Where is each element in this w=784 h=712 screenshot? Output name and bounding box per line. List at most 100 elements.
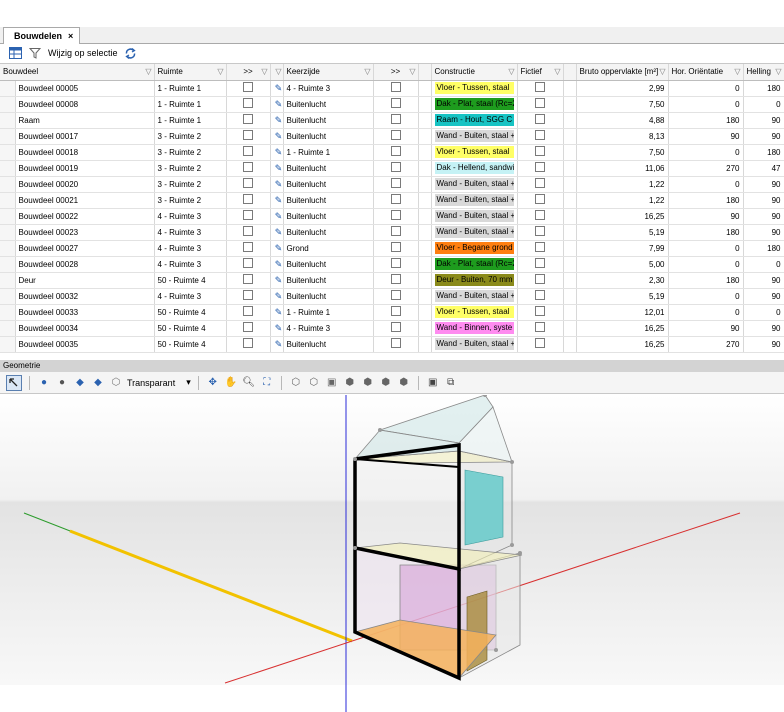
checkbox[interactable] <box>535 178 546 188</box>
cell-fictief[interactable] <box>517 336 564 353</box>
checkbox[interactable] <box>243 98 254 108</box>
cell-ruimte[interactable]: 4 - Ruimte 3 <box>154 288 227 305</box>
checkbox[interactable] <box>535 290 546 300</box>
column-header-ruimte[interactable]: Ruimte ▽ <box>154 64 227 81</box>
tab-bouwdelen[interactable]: Bouwdelen × <box>3 27 81 44</box>
cell-orientatie[interactable]: 90 <box>668 128 744 145</box>
cell-fictief[interactable] <box>517 176 564 193</box>
cell-ruimte[interactable]: 4 - Ruimte 3 <box>154 240 227 257</box>
cell-ruimte[interactable]: 50 - Ruimte 4 <box>154 272 227 289</box>
checkbox[interactable] <box>390 242 401 252</box>
cell-keerzijde[interactable]: Buitenlucht <box>283 272 374 289</box>
checkbox[interactable] <box>243 210 254 220</box>
filter-icon[interactable]: ▽ <box>734 67 740 76</box>
pencil-icon[interactable]: ✎ <box>274 99 282 110</box>
checkbox[interactable] <box>390 114 401 124</box>
cell-edit[interactable]: ✎ <box>270 160 284 177</box>
checkbox[interactable] <box>535 258 546 268</box>
cell-keerzijde[interactable]: 4 - Ruimte 3 <box>283 80 374 97</box>
cell-expand-check[interactable] <box>226 144 271 161</box>
cell-expand-check-2[interactable] <box>373 336 419 353</box>
cell-helling[interactable]: 47 <box>743 160 784 177</box>
checkbox[interactable] <box>535 274 546 284</box>
table-row[interactable]: Bouwdeel 00008 1 - Ruimte 1 ✎ Buitenlucht Da… <box>0 96 784 113</box>
checkbox[interactable] <box>243 226 254 236</box>
cell-bouwdeel[interactable]: Bouwdeel 00023 <box>15 224 155 241</box>
cell-orientatie[interactable]: 0 <box>668 304 744 321</box>
checkbox[interactable] <box>243 162 254 172</box>
checkbox[interactable] <box>390 226 401 236</box>
cube-outline-icon[interactable]: ⬡ <box>109 376 123 390</box>
checkbox[interactable] <box>390 178 401 188</box>
cell-edit[interactable]: ✎ <box>270 128 284 145</box>
cell-keerzijde[interactable]: Buitenlucht <box>283 176 374 193</box>
cell-keerzijde[interactable]: Buitenlucht <box>283 256 374 273</box>
cell-expand-check-2[interactable] <box>373 112 419 129</box>
cell-opp[interactable]: 2,99 <box>576 80 669 97</box>
cell-opp[interactable]: 12,01 <box>576 304 669 321</box>
cell-fictief[interactable] <box>517 272 564 289</box>
cell-helling[interactable]: 0 <box>743 96 784 113</box>
cell-orientatie[interactable]: 180 <box>668 192 744 209</box>
cell-fictief[interactable] <box>517 208 564 225</box>
cell-edit[interactable]: ✎ <box>270 176 284 193</box>
cell-constructie[interactable]: Wand - Buiten, staal + <box>431 176 518 193</box>
cell-opp[interactable]: 1,22 <box>576 192 669 209</box>
checkbox[interactable] <box>390 338 401 348</box>
cell-expand-check-2[interactable] <box>373 208 419 225</box>
checkbox[interactable] <box>535 98 546 108</box>
shape-icon[interactable]: ◆ <box>73 376 87 390</box>
checkbox[interactable] <box>243 338 254 348</box>
column-header-opp[interactable]: Bruto oppervlakte [m²] ▽ <box>576 64 669 81</box>
cell-ruimte[interactable]: 3 - Ruimte 2 <box>154 144 227 161</box>
filter-icon[interactable]: ▽ <box>659 67 665 76</box>
row-selector[interactable] <box>0 96 16 113</box>
row-selector[interactable] <box>0 224 16 241</box>
cell-bouwdeel[interactable]: Bouwdeel 00020 <box>15 176 155 193</box>
checkbox[interactable] <box>390 258 401 268</box>
pencil-icon[interactable]: ✎ <box>274 211 282 222</box>
cell-orientatie[interactable]: 0 <box>668 176 744 193</box>
cell-expand-check-2[interactable] <box>373 304 419 321</box>
cell-constructie[interactable]: Dak - Hellend, sandwi <box>431 160 518 177</box>
cell-edit[interactable]: ✎ <box>270 112 284 129</box>
pencil-icon[interactable]: ✎ <box>274 291 282 302</box>
cell-helling[interactable]: 180 <box>743 240 784 257</box>
table-row[interactable]: Bouwdeel 00017 3 - Ruimte 2 ✎ Buitenlucht Wa… <box>0 128 784 145</box>
checkbox[interactable] <box>535 210 546 220</box>
cell-constructie[interactable]: Wand - Buiten, staal + <box>431 224 518 241</box>
cell-fictief[interactable] <box>517 144 564 161</box>
table-row[interactable]: Bouwdeel 00023 4 - Ruimte 3 ✎ Buitenlucht Wa… <box>0 224 784 241</box>
row-selector[interactable] <box>0 144 16 161</box>
row-selector[interactable] <box>0 176 16 193</box>
checkbox[interactable] <box>243 242 254 252</box>
cell-bouwdeel[interactable]: Bouwdeel 00008 <box>15 96 155 113</box>
pencil-icon[interactable]: ✎ <box>274 179 282 190</box>
cell-helling[interactable]: 0 <box>743 304 784 321</box>
cell-orientatie[interactable]: 270 <box>668 160 744 177</box>
cell-fictief[interactable] <box>517 256 564 273</box>
checkbox[interactable] <box>243 82 254 92</box>
cell-bouwdeel[interactable]: Deur <box>15 272 155 289</box>
pencil-icon[interactable]: ✎ <box>274 195 282 206</box>
cell-bouwdeel[interactable]: Bouwdeel 00019 <box>15 160 155 177</box>
table-row[interactable]: Bouwdeel 00035 50 - Ruimte 4 ✎ Buitenlucht W… <box>0 336 784 353</box>
cell-edit[interactable]: ✎ <box>270 240 284 257</box>
cell-expand-check-2[interactable] <box>373 160 419 177</box>
cell-keerzijde[interactable]: Buitenlucht <box>283 96 374 113</box>
cell-opp[interactable]: 7,99 <box>576 240 669 257</box>
filter-icon[interactable]: ▽ <box>775 67 781 76</box>
view-top-icon[interactable]: ⬡ <box>307 376 321 390</box>
row-selector[interactable] <box>0 272 16 289</box>
cell-expand-check[interactable] <box>226 288 271 305</box>
cell-ruimte[interactable]: 3 - Ruimte 2 <box>154 192 227 209</box>
cell-expand-check[interactable] <box>226 336 271 353</box>
filter-icon[interactable]: ▽ <box>145 67 151 76</box>
cell-opp[interactable]: 4,88 <box>576 112 669 129</box>
cell-fictief[interactable] <box>517 192 564 209</box>
checkbox[interactable] <box>243 322 254 332</box>
cell-fictief[interactable] <box>517 224 564 241</box>
cell-keerzijde[interactable]: Buitenlucht <box>283 288 374 305</box>
cell-edit[interactable]: ✎ <box>270 208 284 225</box>
cell-edit[interactable]: ✎ <box>270 80 284 97</box>
